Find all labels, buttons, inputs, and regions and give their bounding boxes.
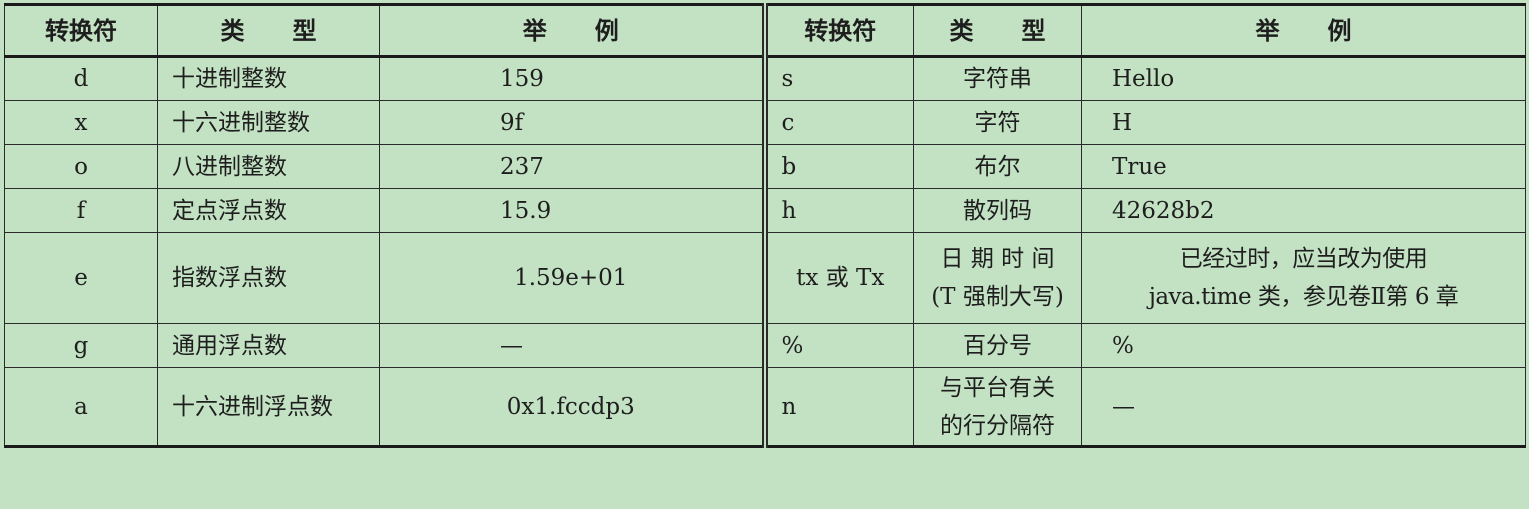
type-cell: 百分号 xyxy=(913,323,1082,368)
header-type: 类 型 xyxy=(157,3,380,58)
conversion-char-cell: o xyxy=(4,144,158,189)
header-conversion-char: 转换符 xyxy=(764,3,914,58)
header-conversion-char: 转换符 xyxy=(4,3,158,58)
format-conversion-table: 转换符 类 型 举 例 转换符 类 型 举 例 d 十进制整数 159 s 字符… xyxy=(4,3,1526,448)
example-cell: 237 xyxy=(379,144,768,189)
example-cell: 15.9 xyxy=(379,188,768,233)
type-cell: 指数浮点数 xyxy=(157,232,380,324)
type-cell: 字符 xyxy=(913,100,1082,145)
type-cell: 通用浮点数 xyxy=(157,323,380,368)
example-cell: 已经过时，应当改为使用 java.time 类，参见卷Ⅱ第 6 章 xyxy=(1081,232,1526,324)
conversion-char-cell: d xyxy=(4,56,158,101)
table-row: f 定点浮点数 15.9 h 散列码 42628b2 xyxy=(4,188,1526,233)
conversion-char-cell: e xyxy=(4,232,158,324)
conversion-char-cell: x xyxy=(4,100,158,145)
example-cell: — xyxy=(379,323,768,368)
table-header-row: 转换符 类 型 举 例 转换符 类 型 举 例 xyxy=(4,3,1526,58)
type-cell: 定点浮点数 xyxy=(157,188,380,233)
conversion-char-cell: h xyxy=(764,188,914,233)
header-example: 举 例 xyxy=(1081,3,1526,58)
type-cell: 十六进制浮点数 xyxy=(157,367,380,448)
type-cell: 十进制整数 xyxy=(157,56,380,101)
conversion-char-cell: tx 或 Tx xyxy=(764,232,914,324)
type-cell: 日 期 时 间 (T 强制大写) xyxy=(913,232,1082,324)
conversion-char-cell: s xyxy=(764,56,914,101)
format-conversion-table-figure: 转换符 类 型 举 例 转换符 类 型 举 例 d 十进制整数 159 s 字符… xyxy=(0,0,1529,509)
example-cell: H xyxy=(1081,100,1526,145)
conversion-char-cell: % xyxy=(764,323,914,368)
conversion-char-cell: b xyxy=(764,144,914,189)
conversion-char-cell: f xyxy=(4,188,158,233)
example-cell: 159 xyxy=(379,56,768,101)
header-type: 类 型 xyxy=(913,3,1082,58)
type-cell: 与平台有关 的行分隔符 xyxy=(913,367,1082,448)
header-example: 举 例 xyxy=(379,3,768,58)
table-row: a 十六进制浮点数 0x1.fccdp3 n 与平台有关 的行分隔符 — xyxy=(4,367,1526,448)
type-cell: 十六进制整数 xyxy=(157,100,380,145)
example-cell: 0x1.fccdp3 xyxy=(379,367,768,448)
type-cell: 布尔 xyxy=(913,144,1082,189)
type-cell: 散列码 xyxy=(913,188,1082,233)
table-row: o 八进制整数 237 b 布尔 True xyxy=(4,144,1526,189)
conversion-char-cell: g xyxy=(4,323,158,368)
conversion-char-cell: a xyxy=(4,367,158,448)
table-row: g 通用浮点数 — % 百分号 % xyxy=(4,323,1526,368)
type-cell: 八进制整数 xyxy=(157,144,380,189)
conversion-char-cell: c xyxy=(764,100,914,145)
example-cell: Hello xyxy=(1081,56,1526,101)
table-row: x 十六进制整数 9f c 字符 H xyxy=(4,100,1526,145)
table-row: e 指数浮点数 1.59e+01 tx 或 Tx 日 期 时 间 (T 强制大写… xyxy=(4,232,1526,324)
conversion-char-cell: n xyxy=(764,367,914,448)
type-cell: 字符串 xyxy=(913,56,1082,101)
example-cell: True xyxy=(1081,144,1526,189)
example-cell: 9f xyxy=(379,100,768,145)
example-cell: — xyxy=(1081,367,1526,448)
example-cell: % xyxy=(1081,323,1526,368)
example-cell: 42628b2 xyxy=(1081,188,1526,233)
table-row: d 十进制整数 159 s 字符串 Hello xyxy=(4,56,1526,101)
example-cell: 1.59e+01 xyxy=(379,232,768,324)
